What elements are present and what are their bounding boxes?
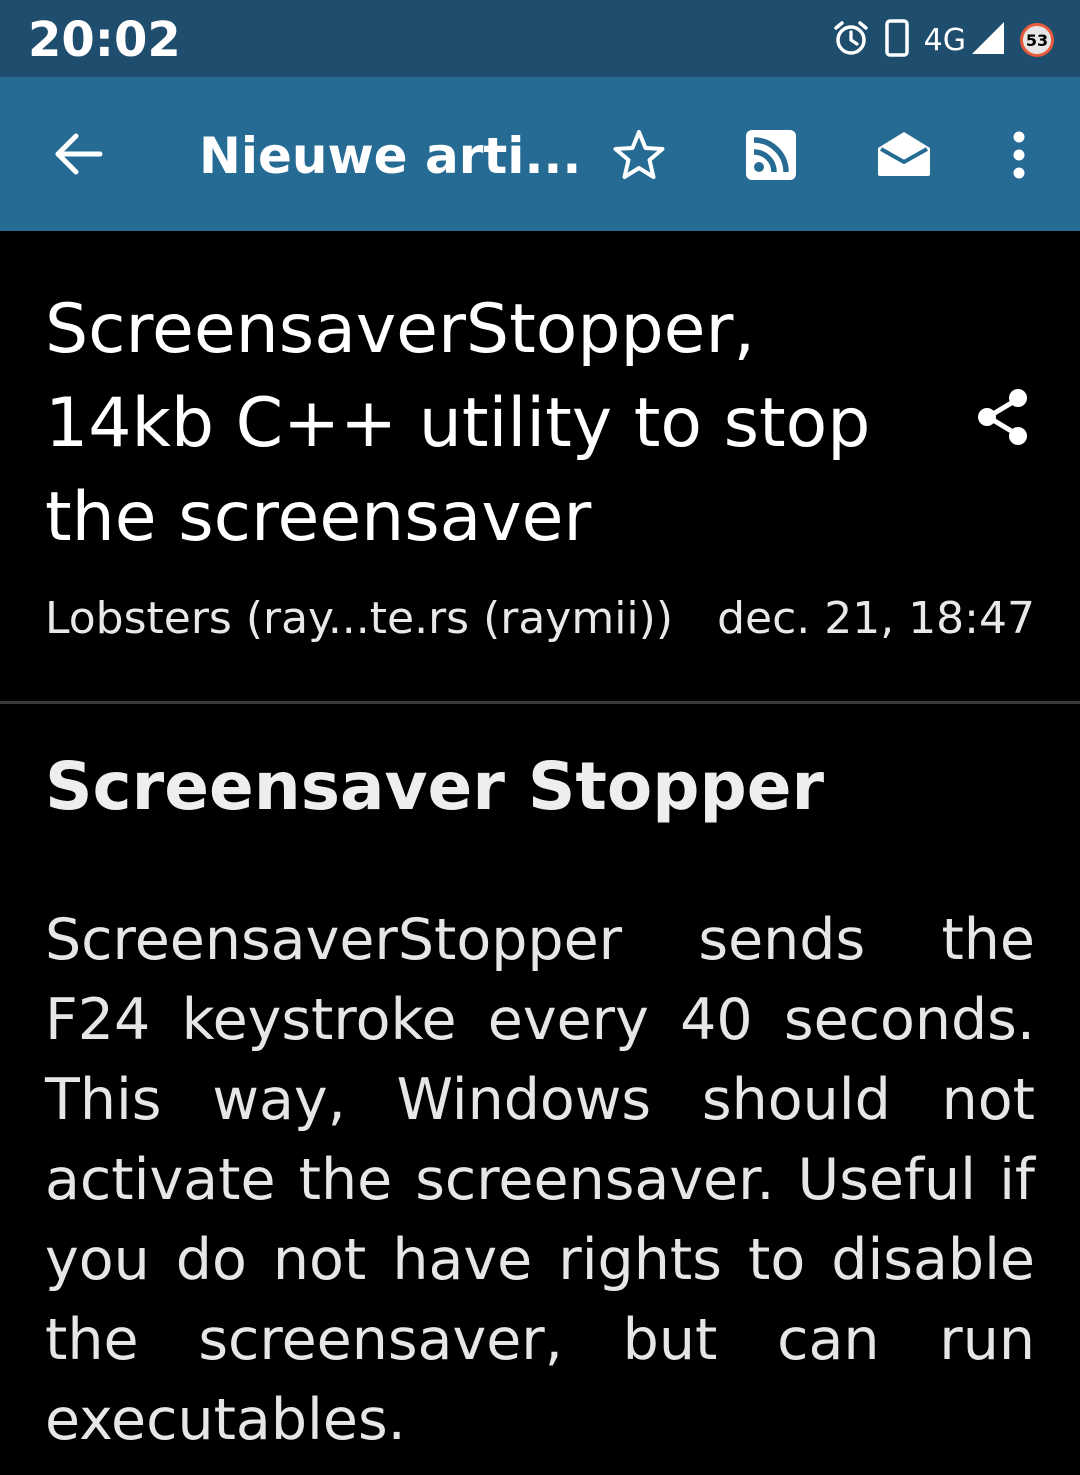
article-header: ScreensaverStopper, 14kb C++ utility to …: [0, 231, 1080, 701]
app-toolbar: Nieuwe arti...: [0, 77, 1080, 231]
article-date: dec. 21, 18:47: [717, 593, 1035, 644]
status-time: 20:02: [28, 12, 181, 68]
more-vert-icon[interactable]: [1005, 125, 1033, 185]
content-heading: Screensaver Stopper: [45, 748, 825, 825]
alarm-icon: [832, 19, 870, 61]
mark-read-envelope-icon[interactable]: [873, 127, 935, 179]
phone-icon: [884, 18, 910, 62]
star-icon[interactable]: [608, 127, 670, 183]
rss-icon[interactable]: [743, 127, 799, 183]
network-type: 4G: [923, 22, 966, 58]
status-bar: 20:02 4G 53: [0, 0, 1080, 77]
status-icons: 4G 53: [832, 18, 1054, 62]
signal-icon: [970, 20, 1006, 60]
battery-icon: 53: [1020, 23, 1054, 57]
back-arrow-icon[interactable]: [50, 123, 106, 185]
toolbar-title: Nieuwe arti...: [199, 127, 582, 185]
divider: [0, 701, 1080, 704]
share-icon[interactable]: [975, 387, 1031, 451]
article-source: Lobsters (ray...te.rs (raymii)): [45, 593, 673, 644]
article-title[interactable]: ScreensaverStopper, 14kb C++ utility to …: [45, 283, 945, 565]
content-body: ScreensaverStopper sends the F24 keystro…: [45, 907, 1035, 1453]
